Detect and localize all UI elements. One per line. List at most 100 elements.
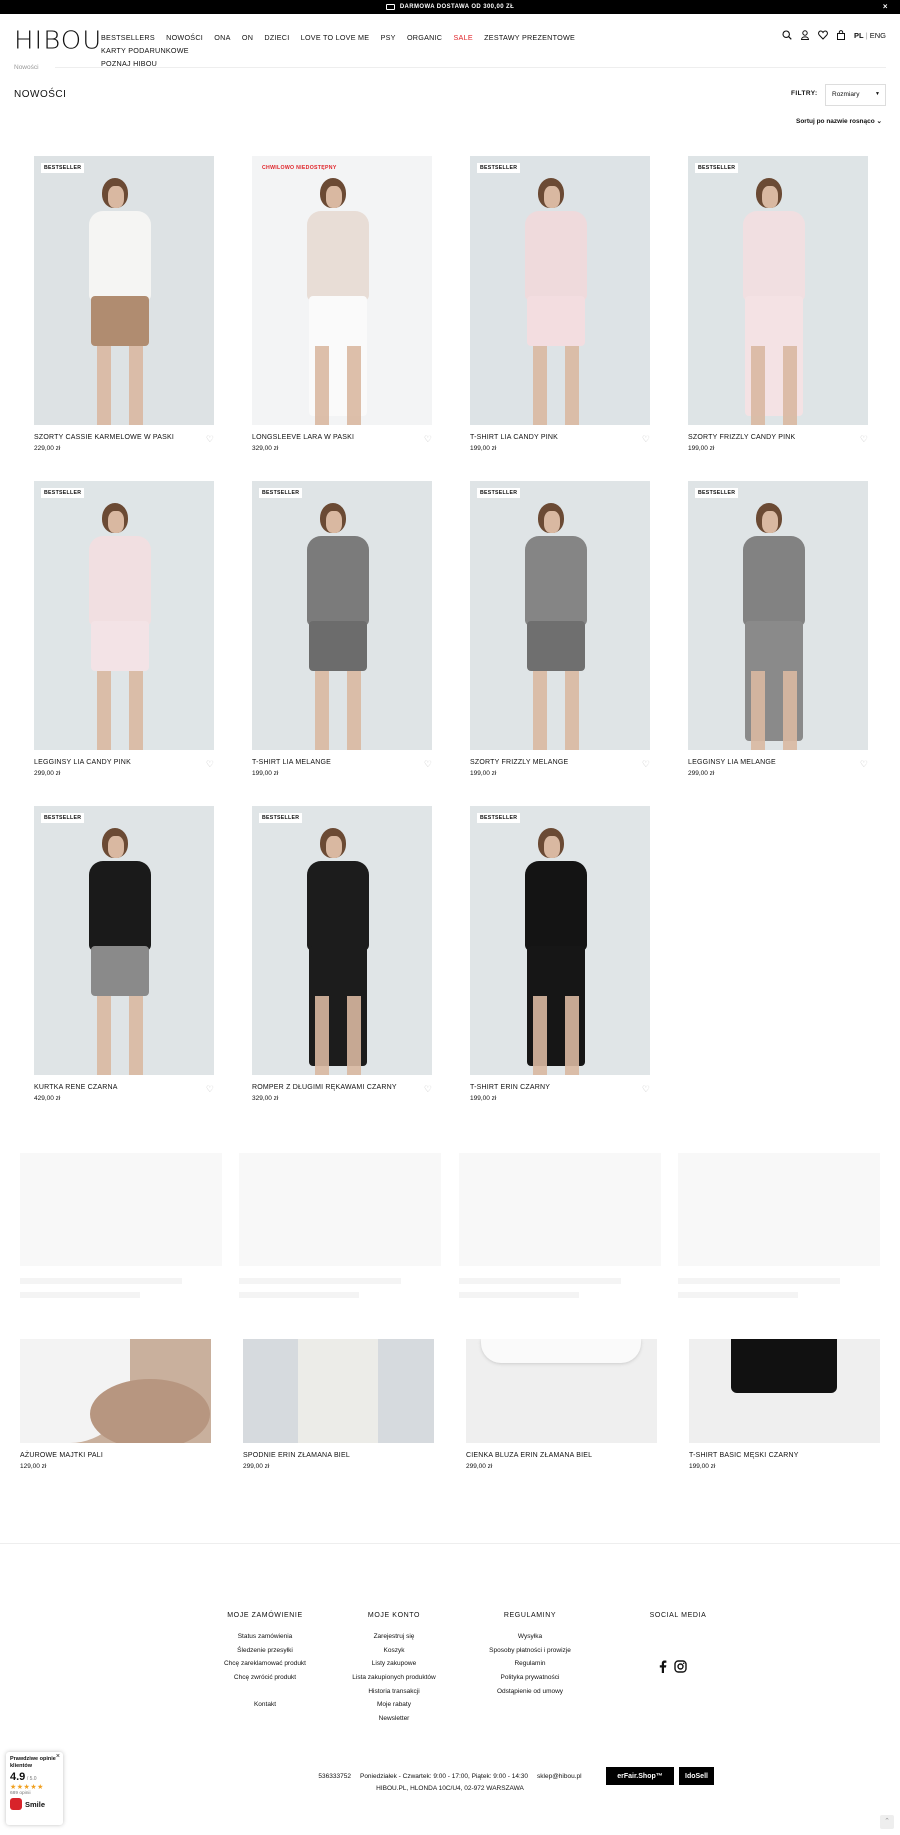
footer-link[interactable]: Koszyk <box>324 1647 464 1654</box>
product-image[interactable]: BESTSELLER <box>34 156 214 425</box>
nav-sale[interactable]: SALE <box>454 33 473 42</box>
product-card[interactable]: BESTSELLER ♡ SZORTY FRIZZLY CANDY PINK 199,… <box>688 156 868 452</box>
product-image[interactable]: BESTSELLER <box>470 156 650 425</box>
product-card[interactable]: BESTSELLER ♡ T-SHIRT LIA CANDY PINK 199,00 … <box>470 156 650 452</box>
nav-psy[interactable]: PSY <box>381 33 396 42</box>
nav-karty[interactable]: KARTY PODARUNKOWE <box>101 46 189 55</box>
wishlist-heart-icon[interactable]: ♡ <box>642 1084 650 1095</box>
footer-link[interactable]: Chcę zareklamować produkt <box>195 1660 335 1667</box>
product-name[interactable]: T-SHIRT ERIN CZARNY <box>470 1084 650 1091</box>
recommended-item[interactable]: AŻUROWE MAJTKI PALI 129,00 zł <box>20 1339 211 1470</box>
recommended-name[interactable]: T-SHIRT BASIC MĘSKI CZARNY <box>689 1452 880 1459</box>
partner-badge-fairshop[interactable]: erFair.Shop™ <box>606 1767 674 1785</box>
recommended-item[interactable]: CIENKA BLUZA ERIN ZŁAMANA BIEL 299,00 zł <box>466 1339 657 1470</box>
lang-pl[interactable]: PL <box>854 31 864 40</box>
product-image[interactable]: BESTSELLER <box>34 481 214 750</box>
product-name[interactable]: SZORTY CASSIE KARMELOWE W PASKI <box>34 434 214 441</box>
partner-badge-idosell[interactable]: IdoSell <box>679 1767 714 1785</box>
recommended-image[interactable] <box>243 1339 434 1443</box>
product-name[interactable]: SZORTY FRIZZLY CANDY PINK <box>688 434 868 441</box>
product-image[interactable]: BESTSELLER <box>252 481 432 750</box>
sizes-dropdown[interactable]: Rozmiary ▼ <box>825 84 886 106</box>
recommended-name[interactable]: SPODNIE ERIN ZŁAMANA BIEL <box>243 1452 434 1459</box>
footer-link[interactable]: Lista zakupionych produktów <box>324 1674 464 1681</box>
footer-link[interactable]: Moje rabaty <box>324 1701 464 1708</box>
footer-link[interactable]: Newsletter <box>324 1715 464 1722</box>
wishlist-heart-icon[interactable]: ♡ <box>642 434 650 445</box>
footer-phone[interactable]: 536333752 <box>318 1773 351 1780</box>
product-card[interactable]: BESTSELLER ♡ KURTKA RENE CZARNA 429,00 zł <box>34 806 214 1102</box>
nav-love-to-love-me[interactable]: LOVE TO LOVE ME <box>301 33 370 42</box>
footer-email[interactable]: sklep@hibou.pl <box>537 1773 582 1780</box>
recommended-item[interactable]: SPODNIE ERIN ZŁAMANA BIEL 299,00 zł <box>243 1339 434 1470</box>
reviews-widget[interactable]: × Prawdziwe opinie klientów 4.9 / 5.0 ★★… <box>6 1752 63 1825</box>
nav-on[interactable]: ON <box>242 33 253 42</box>
product-image[interactable]: CHWILOWO NIEDOSTĘPNY <box>252 156 432 425</box>
wishlist-heart-icon[interactable]: ♡ <box>424 759 432 770</box>
product-name[interactable]: KURTKA RENE CZARNA <box>34 1084 214 1091</box>
product-name[interactable]: ROMPER Z DŁUGIMI RĘKAWAMI CZARNY <box>252 1084 432 1091</box>
product-card[interactable]: BESTSELLER ♡ LEGGINSY LIA MELANGE 299,00 zł <box>688 481 868 777</box>
product-image[interactable]: BESTSELLER <box>688 481 868 750</box>
product-name[interactable]: T-SHIRT LIA CANDY PINK <box>470 434 650 441</box>
footer-link[interactable]: Historia transakcji <box>324 1688 464 1695</box>
cart-icon[interactable] <box>836 30 846 40</box>
nav-organic[interactable]: ORGANIC <box>407 33 442 42</box>
wishlist-heart-icon[interactable]: ♡ <box>424 1084 432 1095</box>
footer-link[interactable]: Zarejestruj się <box>324 1633 464 1640</box>
sort-dropdown[interactable]: Sortuj po nazwie rosnąco ⌄ <box>796 117 882 125</box>
product-image[interactable]: BESTSELLER <box>34 806 214 1075</box>
footer-link[interactable]: Status zamówienia <box>195 1633 335 1640</box>
logo[interactable]: HIBOU <box>14 27 102 56</box>
wishlist-heart-icon[interactable]: ♡ <box>206 1084 214 1095</box>
wishlist-heart-icon[interactable]: ♡ <box>860 434 868 445</box>
product-image[interactable]: BESTSELLER <box>252 806 432 1075</box>
lang-eng[interactable]: ENG <box>870 31 886 40</box>
footer-link[interactable]: Śledzenie przesyłki <box>195 1647 335 1654</box>
instagram-icon[interactable] <box>674 1660 687 1673</box>
recommended-name[interactable]: AŻUROWE MAJTKI PALI <box>20 1452 211 1459</box>
recommended-item[interactable]: T-SHIRT BASIC MĘSKI CZARNY 199,00 zł <box>689 1339 880 1470</box>
wishlist-heart-icon[interactable]: ♡ <box>206 434 214 445</box>
footer-link[interactable]: Kontakt <box>195 1701 335 1708</box>
search-icon[interactable] <box>782 30 792 40</box>
product-image[interactable]: BESTSELLER <box>688 156 868 425</box>
recommended-image[interactable] <box>689 1339 880 1443</box>
product-card[interactable]: BESTSELLER ♡ T-SHIRT LIA MELANGE 199,00 zł <box>252 481 432 777</box>
footer-link[interactable]: Sposoby płatności i prowizje <box>460 1647 600 1654</box>
nav-nowosci[interactable]: NOWOŚCI <box>166 33 203 42</box>
product-card[interactable]: BESTSELLER ♡ ROMPER Z DŁUGIMI RĘKAWAMI CZA… <box>252 806 432 1102</box>
wishlist-heart-icon[interactable]: ♡ <box>206 759 214 770</box>
product-card[interactable]: BESTSELLER ♡ SZORTY CASSIE KARMELOWE W PAS… <box>34 156 214 452</box>
product-name[interactable]: SZORTY FRIZZLY MELANGE <box>470 759 650 766</box>
scroll-top-icon[interactable]: ⌃ <box>880 1815 894 1829</box>
product-card[interactable]: BESTSELLER ♡ T-SHIRT ERIN CZARNY 199,00 zł <box>470 806 650 1102</box>
close-icon[interactable]: × <box>56 1753 60 1760</box>
nav-bestsellers[interactable]: BESTSELLERS <box>101 33 155 42</box>
product-name[interactable]: T-SHIRT LIA MELANGE <box>252 759 432 766</box>
product-card[interactable]: BESTSELLER ♡ LEGGINSY LIA CANDY PINK 299,00… <box>34 481 214 777</box>
nav-dzieci[interactable]: DZIECI <box>264 33 289 42</box>
wishlist-heart-icon[interactable]: ♡ <box>424 434 432 445</box>
wishlist-heart-icon[interactable]: ♡ <box>860 759 868 770</box>
wishlist-heart-icon[interactable]: ♡ <box>642 759 650 770</box>
breadcrumb-item[interactable]: Nowości <box>14 64 39 71</box>
product-card[interactable]: CHWILOWO NIEDOSTĘPNY ♡ LONGSLEEVE LARA W P… <box>252 156 432 452</box>
recommended-name[interactable]: CIENKA BLUZA ERIN ZŁAMANA BIEL <box>466 1452 657 1459</box>
footer-link[interactable]: Polityka prywatności <box>460 1674 600 1681</box>
product-name[interactable]: LONGSLEEVE LARA W PASKI <box>252 434 432 441</box>
footer-link[interactable]: Regulamin <box>460 1660 600 1667</box>
close-icon[interactable]: × <box>883 2 888 11</box>
recommended-image[interactable] <box>20 1339 211 1443</box>
user-icon[interactable] <box>800 30 810 40</box>
product-image[interactable]: BESTSELLER <box>470 806 650 1075</box>
footer-link[interactable]: Chcę zwrócić produkt <box>195 1674 335 1681</box>
product-card[interactable]: BESTSELLER ♡ SZORTY FRIZZLY MELANGE 199,00 … <box>470 481 650 777</box>
nav-zestawy[interactable]: ZESTAWY PREZENTOWE <box>484 33 575 42</box>
footer-link[interactable]: Odstąpienie od umowy <box>460 1688 600 1695</box>
heart-icon[interactable] <box>818 30 828 40</box>
facebook-icon[interactable] <box>659 1660 667 1673</box>
product-name[interactable]: LEGGINSY LIA MELANGE <box>688 759 868 766</box>
recommended-image[interactable] <box>466 1339 657 1443</box>
product-name[interactable]: LEGGINSY LIA CANDY PINK <box>34 759 214 766</box>
